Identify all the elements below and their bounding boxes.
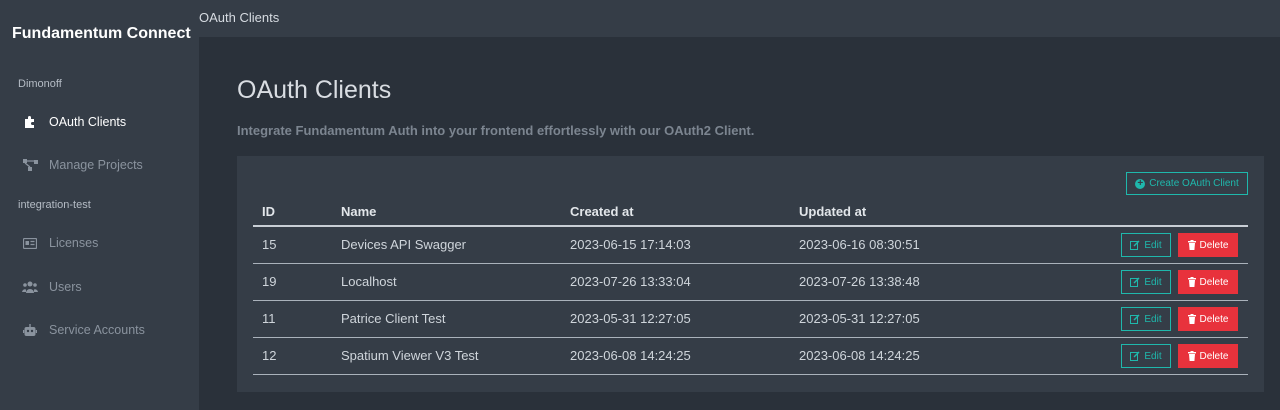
cell-updated: 2023-07-26 13:38:48 [799,274,920,289]
sidebar-item-label: Manage Projects [49,158,143,172]
edit-icon [1130,351,1140,361]
edit-button[interactable]: Edit [1121,307,1171,331]
cell-created: 2023-07-26 13:33:04 [570,274,691,289]
cell-name: Spatium Viewer V3 Test [341,348,479,363]
top-bar: OAuth Clients [199,0,1280,37]
cell-name: Localhost [341,274,397,289]
sidebar-item-manage-projects[interactable]: Manage Projects [0,151,199,179]
column-header-created: Created at [570,204,634,219]
cell-created: 2023-06-15 17:14:03 [570,237,691,252]
column-header-id: ID [262,204,275,219]
cell-name: Patrice Client Test [341,311,446,326]
edit-button[interactable]: Edit [1121,270,1171,294]
project-group-label: integration-test [18,199,91,211]
create-button-label: Create OAuth Client [1149,178,1239,189]
edit-label: Edit [1144,350,1162,362]
sidebar-item-licenses[interactable]: Licenses [0,229,199,257]
breadcrumb: OAuth Clients [199,10,280,25]
delete-label: Delete [1199,239,1229,251]
cell-updated: 2023-06-16 08:30:51 [799,237,920,252]
cell-created: 2023-05-31 12:27:05 [570,311,691,326]
sidebar-item-oauth-clients[interactable]: OAuth Clients [0,108,199,136]
brand-title: Fundamentum Connect [12,25,191,42]
table-row: 11 Patrice Client Test 2023-05-31 12:27:… [253,301,1248,338]
trash-icon [1187,277,1196,287]
main-content: OAuth Clients Integrate Fundamentum Auth… [199,37,1280,410]
cell-updated: 2023-05-31 12:27:05 [799,311,920,326]
delete-button[interactable]: Delete [1178,233,1238,257]
cell-name: Devices API Swagger [341,237,467,252]
sidebar: Fundamentum Connect Dimonoff OAuth Clien… [0,0,199,410]
cell-id: 11 [262,311,276,326]
table-row: 19 Localhost 2023-07-26 13:33:04 2023-07… [253,264,1248,301]
project-diagram-icon [22,157,38,173]
edit-icon [1130,314,1140,324]
trash-icon [1187,314,1196,324]
edit-label: Edit [1144,239,1162,251]
table-header: ID Name Created at Updated at [253,204,1248,227]
edit-label: Edit [1144,313,1162,325]
license-card-icon [22,235,38,251]
cell-updated: 2023-06-08 14:24:25 [799,348,920,363]
edit-button[interactable]: Edit [1121,344,1171,368]
trash-icon [1187,351,1196,361]
sidebar-item-label: Licenses [49,236,99,250]
robot-icon [22,322,38,338]
edit-icon [1130,277,1140,287]
plus-circle-icon: + [1135,178,1146,189]
column-header-name: Name [341,204,377,219]
edit-button[interactable]: Edit [1121,233,1171,257]
sidebar-item-label: OAuth Clients [49,115,127,129]
cell-id: 12 [262,348,277,363]
cell-id: 15 [262,237,277,252]
cell-id: 19 [262,274,277,289]
sidebar-item-label: Service Accounts [49,323,145,337]
sidebar-item-label: Users [49,280,82,294]
create-oauth-client-button[interactable]: + Create OAuth Client [1126,172,1248,195]
page-title: OAuth Clients [237,76,392,104]
page-subtitle: Integrate Fundamentum Auth into your fro… [237,123,755,138]
org-group-label: Dimonoff [18,78,62,90]
column-header-updated: Updated at [799,204,867,219]
table-row: 12 Spatium Viewer V3 Test 2023-06-08 14:… [253,338,1248,375]
delete-label: Delete [1199,276,1229,288]
delete-button[interactable]: Delete [1178,307,1238,331]
delete-button[interactable]: Delete [1178,270,1238,294]
cell-created: 2023-06-08 14:24:25 [570,348,691,363]
sidebar-item-users[interactable]: Users [0,273,199,301]
edit-label: Edit [1144,276,1162,288]
delete-label: Delete [1199,350,1229,362]
puzzle-icon [22,114,38,130]
users-icon [22,279,38,295]
table-row: 15 Devices API Swagger 2023-06-15 17:14:… [253,227,1248,264]
delete-button[interactable]: Delete [1178,344,1238,368]
delete-label: Delete [1199,313,1229,325]
trash-icon [1187,240,1196,250]
edit-icon [1130,240,1140,250]
sidebar-item-service-accounts[interactable]: Service Accounts [0,316,199,344]
oauth-clients-card: + Create OAuth Client ID Name Created at… [237,156,1264,392]
